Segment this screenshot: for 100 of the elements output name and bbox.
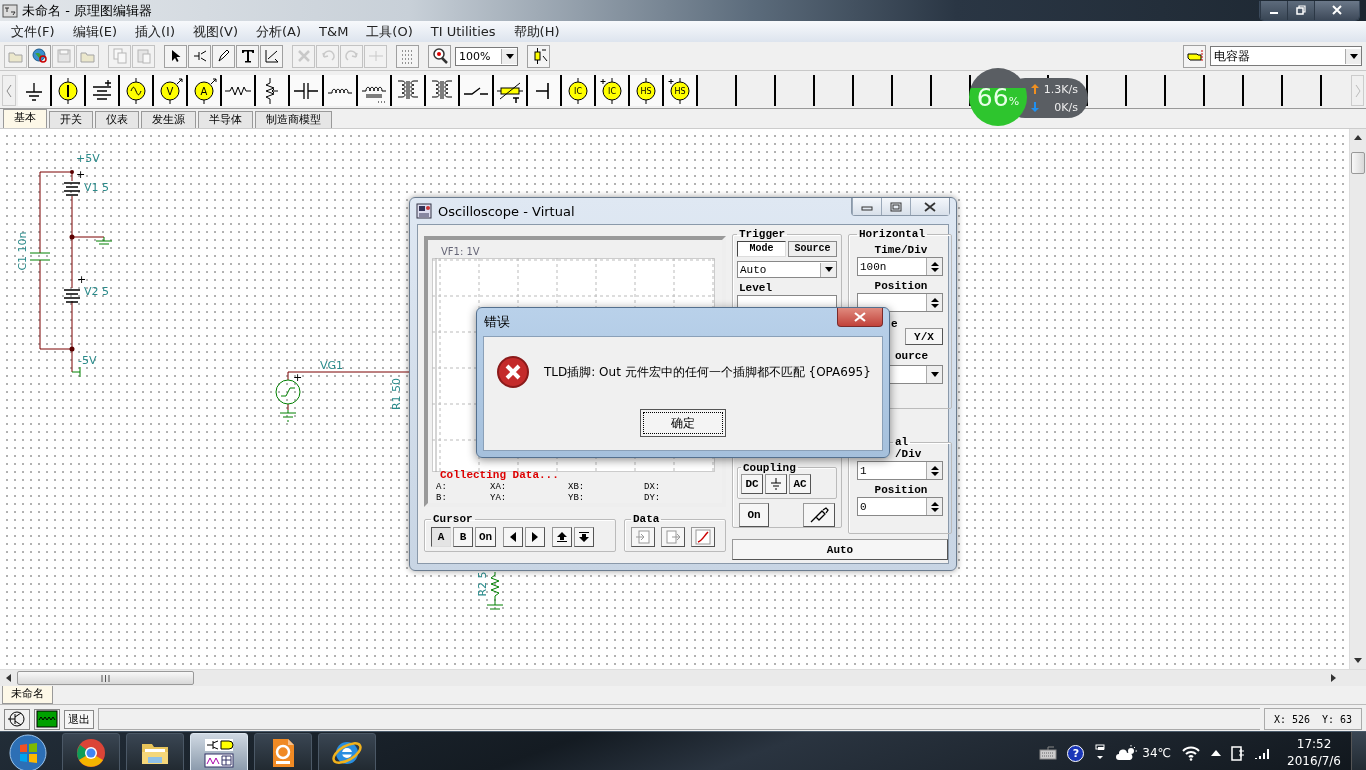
menu-item[interactable]: 帮助(H)	[504, 22, 569, 41]
close-icon	[924, 201, 936, 212]
on-button[interactable]: On	[739, 503, 769, 527]
cursor-button[interactable]: A	[431, 527, 451, 547]
component-button[interactable]	[324, 75, 358, 106]
minimize-button[interactable]	[1260, 0, 1287, 20]
component-tab[interactable]: 开关	[49, 111, 93, 128]
switch-icon	[462, 86, 490, 95]
clock-time[interactable]: 17:52	[1296, 736, 1332, 753]
component-button[interactable]	[426, 75, 460, 106]
maximize-button[interactable]	[881, 198, 910, 215]
ground-button[interactable]	[765, 474, 787, 494]
right-button[interactable]	[525, 527, 546, 547]
component-button[interactable]	[290, 75, 324, 106]
component-button[interactable]	[358, 75, 392, 106]
menu-item[interactable]: 插入(I)	[126, 22, 184, 41]
down-button[interactable]	[574, 527, 595, 547]
menu-item[interactable]: 编辑(E)	[63, 22, 126, 41]
document-tab[interactable]: 未命名	[2, 686, 53, 704]
up-button[interactable]	[552, 527, 573, 547]
zoom-select[interactable]: 100%	[455, 46, 518, 66]
close-icon	[1331, 4, 1343, 16]
trigger-tab[interactable]: Mode	[737, 241, 786, 257]
volts-div-field[interactable]: 1	[857, 461, 943, 481]
scroll-thumb[interactable]	[17, 671, 194, 685]
help-icon[interactable]: ?	[1067, 744, 1085, 762]
cursor-button[interactable]: B	[453, 527, 473, 547]
zoom-button[interactable]	[428, 44, 451, 68]
right-arrow-icon	[1331, 674, 1336, 682]
component-tab[interactable]: 发生源	[141, 111, 196, 128]
component-button[interactable]	[460, 75, 494, 106]
component-button[interactable]	[52, 75, 86, 106]
power-icon[interactable]	[1231, 744, 1246, 762]
waveform-button[interactable]	[34, 708, 60, 730]
menu-item[interactable]: 视图(V)	[183, 22, 247, 41]
component-label: R2 5	[476, 571, 489, 597]
wire-button[interactable]	[188, 44, 211, 68]
vertical-scrollbar[interactable]	[1349, 129, 1366, 669]
clock-date[interactable]: 2016/7/6	[1287, 753, 1341, 770]
component-tab[interactable]: 仪表	[95, 111, 139, 128]
place-component-button[interactable]	[1183, 44, 1206, 68]
restore-button[interactable]	[1287, 0, 1314, 20]
taskbar-app-button[interactable]	[126, 733, 184, 770]
component-button[interactable]	[86, 75, 120, 106]
menu-item[interactable]: 工具(O)	[357, 22, 422, 41]
trigger-tab[interactable]: Source	[788, 241, 837, 257]
wifi-icon[interactable]	[1181, 745, 1202, 761]
component-button[interactable]	[256, 75, 290, 106]
component-button[interactable]	[528, 75, 562, 106]
simulate-button[interactable]	[4, 708, 30, 730]
component-button[interactable]	[392, 75, 426, 106]
component-button[interactable]	[120, 75, 154, 106]
component-tab[interactable]: 制造商模型	[255, 111, 332, 128]
coupling-button[interactable]: DC	[741, 474, 763, 494]
taskbar-app-button[interactable]	[62, 733, 120, 770]
start-orb-icon	[8, 733, 48, 770]
component-tab[interactable]: 基本	[3, 109, 47, 128]
grid-button[interactable]	[396, 44, 419, 68]
position-field[interactable]: 0	[857, 497, 943, 517]
menu-item[interactable]: T&M	[310, 24, 358, 39]
left-button[interactable]	[503, 527, 524, 547]
cursor-button[interactable]: On	[475, 527, 497, 547]
text-tool-button[interactable]	[236, 44, 259, 68]
component-tab[interactable]: 半导体	[198, 111, 253, 128]
terminal-symbol	[71, 366, 81, 378]
probe-button[interactable]	[803, 503, 835, 527]
time-div-field[interactable]: 100n	[857, 257, 943, 276]
mode-select[interactable]: Auto	[737, 261, 837, 279]
exit-button[interactable]: 退出	[64, 709, 94, 729]
component-button[interactable]	[494, 75, 528, 106]
scroll-thumb[interactable]	[1351, 152, 1365, 174]
source-label: ource	[895, 350, 929, 362]
position-label: Position	[873, 484, 929, 497]
auto-button[interactable]: Auto	[732, 539, 948, 560]
paste-icon	[134, 47, 153, 65]
part-button[interactable]	[527, 44, 550, 68]
export-button[interactable]	[661, 527, 685, 547]
close-button[interactable]	[837, 308, 883, 327]
pointer-button[interactable]	[164, 44, 187, 68]
plot-button[interactable]	[691, 527, 715, 547]
start-button[interactable]	[6, 733, 50, 770]
horizontal-scrollbar[interactable]	[0, 669, 1366, 686]
pencil-button[interactable]	[212, 44, 235, 68]
menu-item[interactable]: 分析(A)	[247, 22, 311, 41]
taskbar-app-button[interactable]	[318, 733, 376, 770]
ok-button[interactable]: 确定	[640, 409, 726, 437]
component-select[interactable]: 电容器	[1210, 46, 1362, 66]
component-button[interactable]	[222, 75, 256, 106]
taskbar-app-button[interactable]	[254, 733, 312, 770]
menu-item[interactable]: TI Utilities	[421, 24, 505, 39]
window-switch-icon[interactable]	[1094, 744, 1107, 762]
caret-up-icon[interactable]	[1211, 750, 1222, 756]
coupling-button[interactable]: AC	[789, 474, 811, 494]
close-button[interactable]	[910, 198, 949, 215]
yx-button[interactable]: Y/X	[905, 328, 943, 345]
component-button[interactable]	[18, 75, 52, 106]
close-button[interactable]	[1314, 0, 1359, 20]
globe-button[interactable]	[28, 44, 51, 68]
menu-item[interactable]: 文件(F)	[2, 22, 64, 41]
import-button[interactable]	[631, 527, 655, 547]
